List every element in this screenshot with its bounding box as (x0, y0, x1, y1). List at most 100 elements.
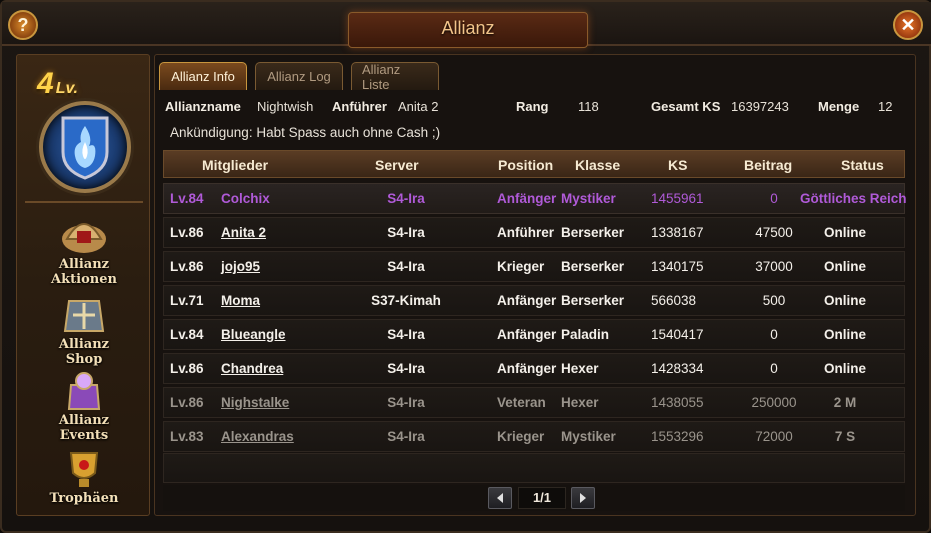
alliance-name-value: Nightwish (257, 99, 314, 114)
member-status: Online (823, 293, 866, 308)
members-table-header: Mitglieder Server Position Klasse KS Bei… (163, 150, 905, 178)
announcement: Ankündigung: Habt Spass auch ohne Cash ;… (170, 125, 441, 140)
member-name[interactable]: Colchix (221, 191, 270, 206)
header-server[interactable]: Server (375, 157, 419, 173)
member-row[interactable]: Lv.84 Colchix S4-Ira Anfänger Mystiker 145596… (163, 183, 907, 214)
sidebar-label-shop-line1: Allianz (58, 337, 110, 352)
header-members[interactable]: Mitglieder (202, 157, 268, 173)
member-ks: 1338167 (651, 225, 704, 240)
header-contribution[interactable]: Beitrag (744, 157, 792, 173)
sidebar-item-shop[interactable]: Allianz Shop (17, 293, 151, 367)
member-position: Anfänger (497, 293, 557, 308)
rank-label: Rang (516, 99, 549, 114)
member-server: S4-Ira (387, 429, 425, 444)
page-indicator: 1/1 (518, 487, 566, 509)
trophy-icon (59, 447, 109, 491)
member-status: Online (823, 361, 866, 376)
member-count-value: 12 (878, 99, 893, 114)
close-button[interactable]: ✕ (893, 10, 923, 40)
member-row[interactable]: Lv.71 Moma S37-Kimah Anfänger Berserker 56603… (163, 285, 905, 316)
total-ks-value: 16397243 (731, 99, 789, 114)
member-row[interactable]: Lv.84 Blueangle S4-Ira Anfänger Paladin 15404… (163, 319, 905, 350)
member-name[interactable]: Alexandras (221, 429, 294, 444)
sidebar-label-events-line1: Allianz (58, 413, 110, 428)
member-contribution: 0 (770, 327, 778, 342)
member-ks: 566038 (651, 293, 697, 308)
member-level: Lv.86 (170, 361, 204, 376)
flame-shield-icon (61, 116, 109, 180)
member-class: Hexer (561, 395, 599, 410)
triangle-left-icon (497, 493, 503, 503)
member-row[interactable]: Lv.86 Anita 2 S4-Ira Anführer Berserker 13381… (163, 217, 905, 248)
member-level: Lv.86 (170, 259, 204, 274)
member-status: 7 S (834, 429, 856, 444)
member-position: Krieger (497, 259, 545, 274)
member-class: Mystiker (561, 191, 616, 206)
member-class: Berserker (561, 225, 625, 240)
member-name[interactable]: Moma (221, 293, 260, 308)
member-server: S4-Ira (387, 191, 425, 206)
member-ks: 1553296 (651, 429, 704, 444)
member-contribution: 250000 (751, 395, 797, 410)
member-status: 2 M (833, 395, 857, 410)
empty-table-row (163, 453, 905, 483)
header-ks[interactable]: KS (668, 157, 687, 173)
member-contribution: 37000 (755, 259, 793, 274)
member-position: Anfänger (497, 361, 557, 376)
member-row[interactable]: Lv.86 jojo95 S4-Ira Krieger Berserker 1340175… (163, 251, 905, 282)
tab-allianz-info[interactable]: Allianz Info (159, 62, 247, 90)
sidebar-item-events[interactable]: Allianz Events (17, 369, 151, 443)
helmet-icon (59, 213, 109, 257)
sidebar-item-trophies[interactable]: Trophäen (17, 447, 151, 506)
sidebar-divider (25, 201, 143, 203)
header-position[interactable]: Position (498, 157, 553, 173)
member-position: Anfänger (497, 327, 557, 342)
member-status: Online (823, 259, 866, 274)
prev-page-button[interactable] (488, 487, 512, 509)
sidebar-label-trophies: Trophäen (49, 491, 119, 506)
level-suffix: Lv. (55, 80, 78, 97)
leader-value: Anita 2 (398, 99, 439, 114)
alliance-sidebar: 4 Lv. Allianz Aktionen Allianz Shop Alli… (16, 54, 150, 516)
pagination: 1/1 (163, 485, 905, 511)
member-level: Lv.86 (170, 225, 204, 240)
member-position: Anführer (497, 225, 554, 240)
member-class: Berserker (561, 259, 625, 274)
member-status: Göttliches Reich (800, 191, 907, 206)
shop-icon (59, 293, 109, 337)
header-status[interactable]: Status (841, 157, 884, 173)
leader-label: Anführer (332, 99, 387, 114)
member-level: Lv.83 (170, 429, 204, 444)
header-class[interactable]: Klasse (575, 157, 620, 173)
alliance-window: Allianz ? ✕ 4 Lv. Allianz Aktionen Allia… (0, 0, 931, 533)
help-button[interactable]: ? (8, 10, 38, 40)
member-row[interactable]: Lv.83 Alexandras S4-Ira Krieger Mystiker 1553… (163, 421, 905, 452)
member-name[interactable]: Nighstalke (221, 395, 289, 410)
member-name[interactable]: Chandrea (221, 361, 283, 376)
member-contribution: 47500 (755, 225, 793, 240)
member-row[interactable]: Lv.86 Chandrea S4-Ira Anfänger Hexer 1428334 0… (163, 353, 905, 384)
member-row[interactable]: Lv.86 Nighstalke S4-Ira Veteran Hexer 1438055… (163, 387, 905, 418)
member-ks: 1428334 (651, 361, 704, 376)
member-class: Berserker (561, 293, 625, 308)
member-level: Lv.86 (170, 395, 204, 410)
member-name[interactable]: Anita 2 (221, 225, 266, 240)
member-server: S4-Ira (387, 225, 425, 240)
member-class: Paladin (561, 327, 610, 342)
member-ks: 1540417 (651, 327, 704, 342)
member-name[interactable]: Blueangle (221, 327, 286, 342)
member-name[interactable]: jojo95 (221, 259, 260, 274)
sidebar-label-events-line2: Events (59, 428, 109, 443)
member-ks: 1438055 (651, 395, 704, 410)
total-ks-label: Gesamt KS (651, 99, 721, 114)
tab-allianz-liste[interactable]: Allianz Liste (351, 62, 439, 92)
alliance-name-label: Allianzname (165, 99, 241, 114)
sidebar-label-actions-line1: Allianz (58, 257, 110, 272)
member-contribution: 500 (762, 293, 786, 308)
sidebar-item-actions[interactable]: Allianz Aktionen (17, 213, 151, 287)
member-status: Online (823, 327, 866, 342)
member-position: Veteran (497, 395, 546, 410)
next-page-button[interactable] (571, 487, 595, 509)
sidebar-label-actions-line2: Aktionen (51, 272, 117, 287)
tab-allianz-log[interactable]: Allianz Log (255, 62, 343, 90)
